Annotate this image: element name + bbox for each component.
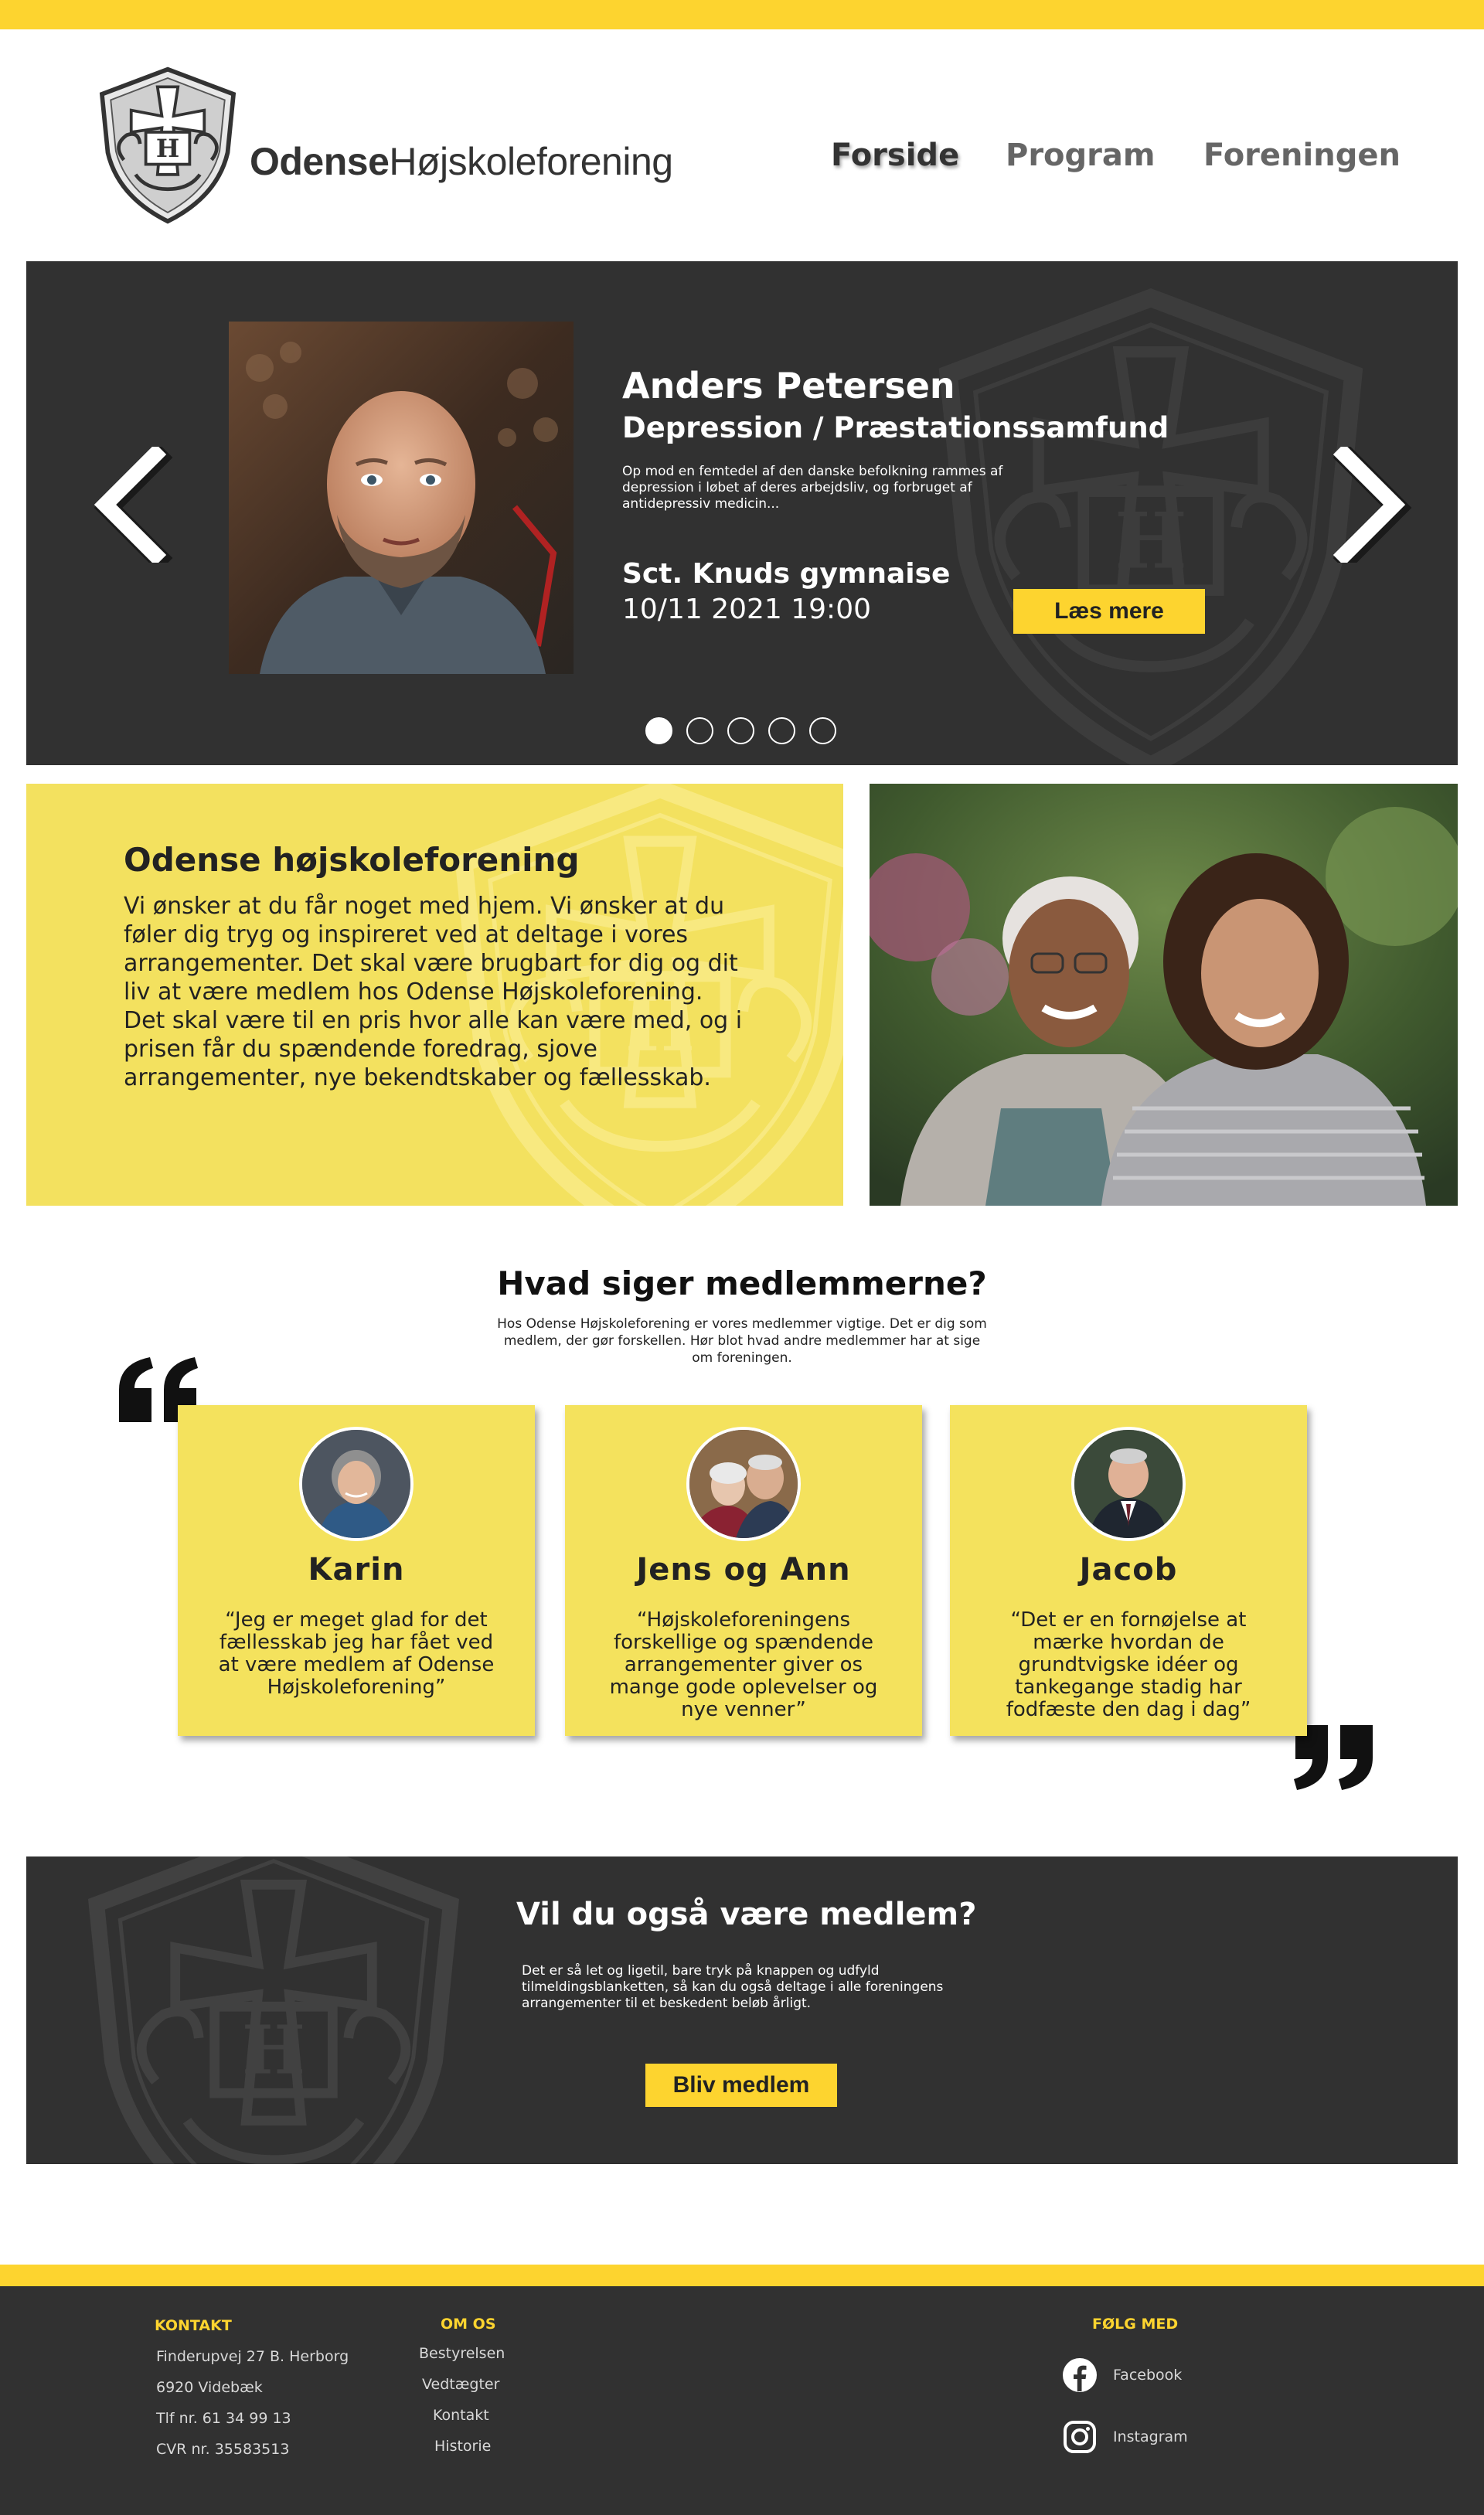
testimonial-quote: “Jeg er meget glad for det fællesskab je…: [218, 1608, 495, 1699]
crest-watermark-icon: [904, 284, 1398, 765]
testimonial-card: Jacob “Det er en fornøjelse at mærke hvo…: [950, 1405, 1307, 1736]
logo-wordmark: OdenseHøjskoleforening: [250, 140, 673, 183]
footer-link-vedtaegter[interactable]: Vedtægter: [422, 2376, 499, 2393]
footer-link-bestyrelsen[interactable]: Bestyrelsen: [419, 2345, 505, 2362]
site-logo[interactable]: H OdenseHøjskoleforening: [94, 65, 673, 226]
top-accent-bar: [0, 0, 1484, 29]
avatar: [686, 1427, 801, 1541]
slider-dot[interactable]: [768, 717, 795, 744]
footer-accent-bar: [0, 2265, 1484, 2286]
about-title: Odense højskoleforening: [124, 841, 580, 879]
members-photo: [870, 784, 1458, 1206]
testimonial-card: Jens og Ann “Højskoleforeningens forskel…: [565, 1405, 922, 1736]
nav-program[interactable]: Program: [1006, 138, 1156, 181]
slider-dot[interactable]: [809, 717, 836, 744]
join-title: Vil du også være medlem?: [516, 1897, 977, 1932]
event-datetime: 10/11 2021 19:00: [622, 594, 871, 625]
facebook-icon[interactable]: [1062, 2357, 1098, 2393]
slider-dot[interactable]: [645, 717, 672, 744]
lecture-topic: Depression / Præstationssamfund: [622, 411, 1169, 444]
join-section: Vil du også være medlem? Det er så let o…: [26, 1856, 1458, 2164]
footer-postal: 6920 Videbæk: [156, 2379, 263, 2396]
footer-about-heading: OM OS: [441, 2316, 496, 2333]
testimonial-name: Jacob: [1079, 1552, 1178, 1588]
testimonial-quote: “Højskoleforeningens forskellige og spæn…: [609, 1608, 878, 1721]
read-more-button[interactable]: Læs mere: [1013, 589, 1205, 634]
chevron-right-icon[interactable]: [1325, 447, 1418, 563]
avatar: [299, 1427, 414, 1541]
footer-follow-heading: FØLG MED: [1092, 2316, 1179, 2333]
slider-pagination: [645, 717, 836, 744]
footer-link-historie[interactable]: Historie: [434, 2438, 491, 2455]
nav-forside[interactable]: Forside: [831, 138, 959, 181]
about-section: Odense højskoleforening Vi ønsker at du …: [26, 784, 843, 1206]
footer-phone[interactable]: Tlf nr. 61 34 99 13: [156, 2410, 291, 2427]
speaker-name: Anders Petersen: [622, 365, 955, 407]
avatar: [1071, 1427, 1186, 1541]
footer-contact-heading: KONTAKT: [155, 2317, 232, 2334]
testimonial-name: Jens og Ann: [636, 1552, 851, 1588]
svg-text:H: H: [156, 134, 179, 163]
site-footer: KONTAKT Finderupvej 27 B. Herborg 6920 V…: [0, 2286, 1484, 2515]
footer-link-instagram[interactable]: Instagram: [1113, 2428, 1188, 2445]
event-slider: Anders Petersen Depression / Præstations…: [26, 261, 1458, 765]
lecture-description: Op mod en femtedel af den danske befolkn…: [622, 464, 1003, 512]
slider-dot[interactable]: [727, 717, 754, 744]
footer-link-facebook[interactable]: Facebook: [1113, 2367, 1182, 2384]
footer-cvr: CVR nr. 35583513: [156, 2441, 290, 2458]
about-body: Vi ønsker at du får noget med hjem. Vi ø…: [124, 893, 743, 1091]
crest-watermark-icon: [57, 1856, 490, 2164]
join-description: Det er så let og ligetil, bare tryk på k…: [522, 1963, 944, 2011]
slider-dot[interactable]: [686, 717, 713, 744]
nav-foreningen[interactable]: Foreningen: [1203, 138, 1401, 181]
testimonials-subtitle: Hos Odense Højskoleforening er vores med…: [497, 1316, 987, 1366]
event-venue: Sct. Knuds gymnaise: [622, 558, 951, 590]
become-member-button[interactable]: Bliv medlem: [645, 2064, 837, 2107]
crest-logo-icon: H: [99, 66, 237, 224]
testimonial-quote: “Det er en fornøjelse at mærke hvordan d…: [1006, 1608, 1251, 1721]
instagram-icon[interactable]: [1062, 2419, 1098, 2455]
testimonials-title: Hvad siger medlemmerne?: [497, 1264, 987, 1302]
footer-link-kontakt[interactable]: Kontakt: [433, 2407, 489, 2424]
testimonial-card: Karin “Jeg er meget glad for det fælless…: [178, 1405, 535, 1736]
speaker-photo: [229, 322, 574, 674]
chevron-left-icon[interactable]: [82, 447, 175, 563]
testimonial-name: Karin: [308, 1552, 405, 1588]
footer-address: Finderupvej 27 B. Herborg: [156, 2348, 349, 2365]
